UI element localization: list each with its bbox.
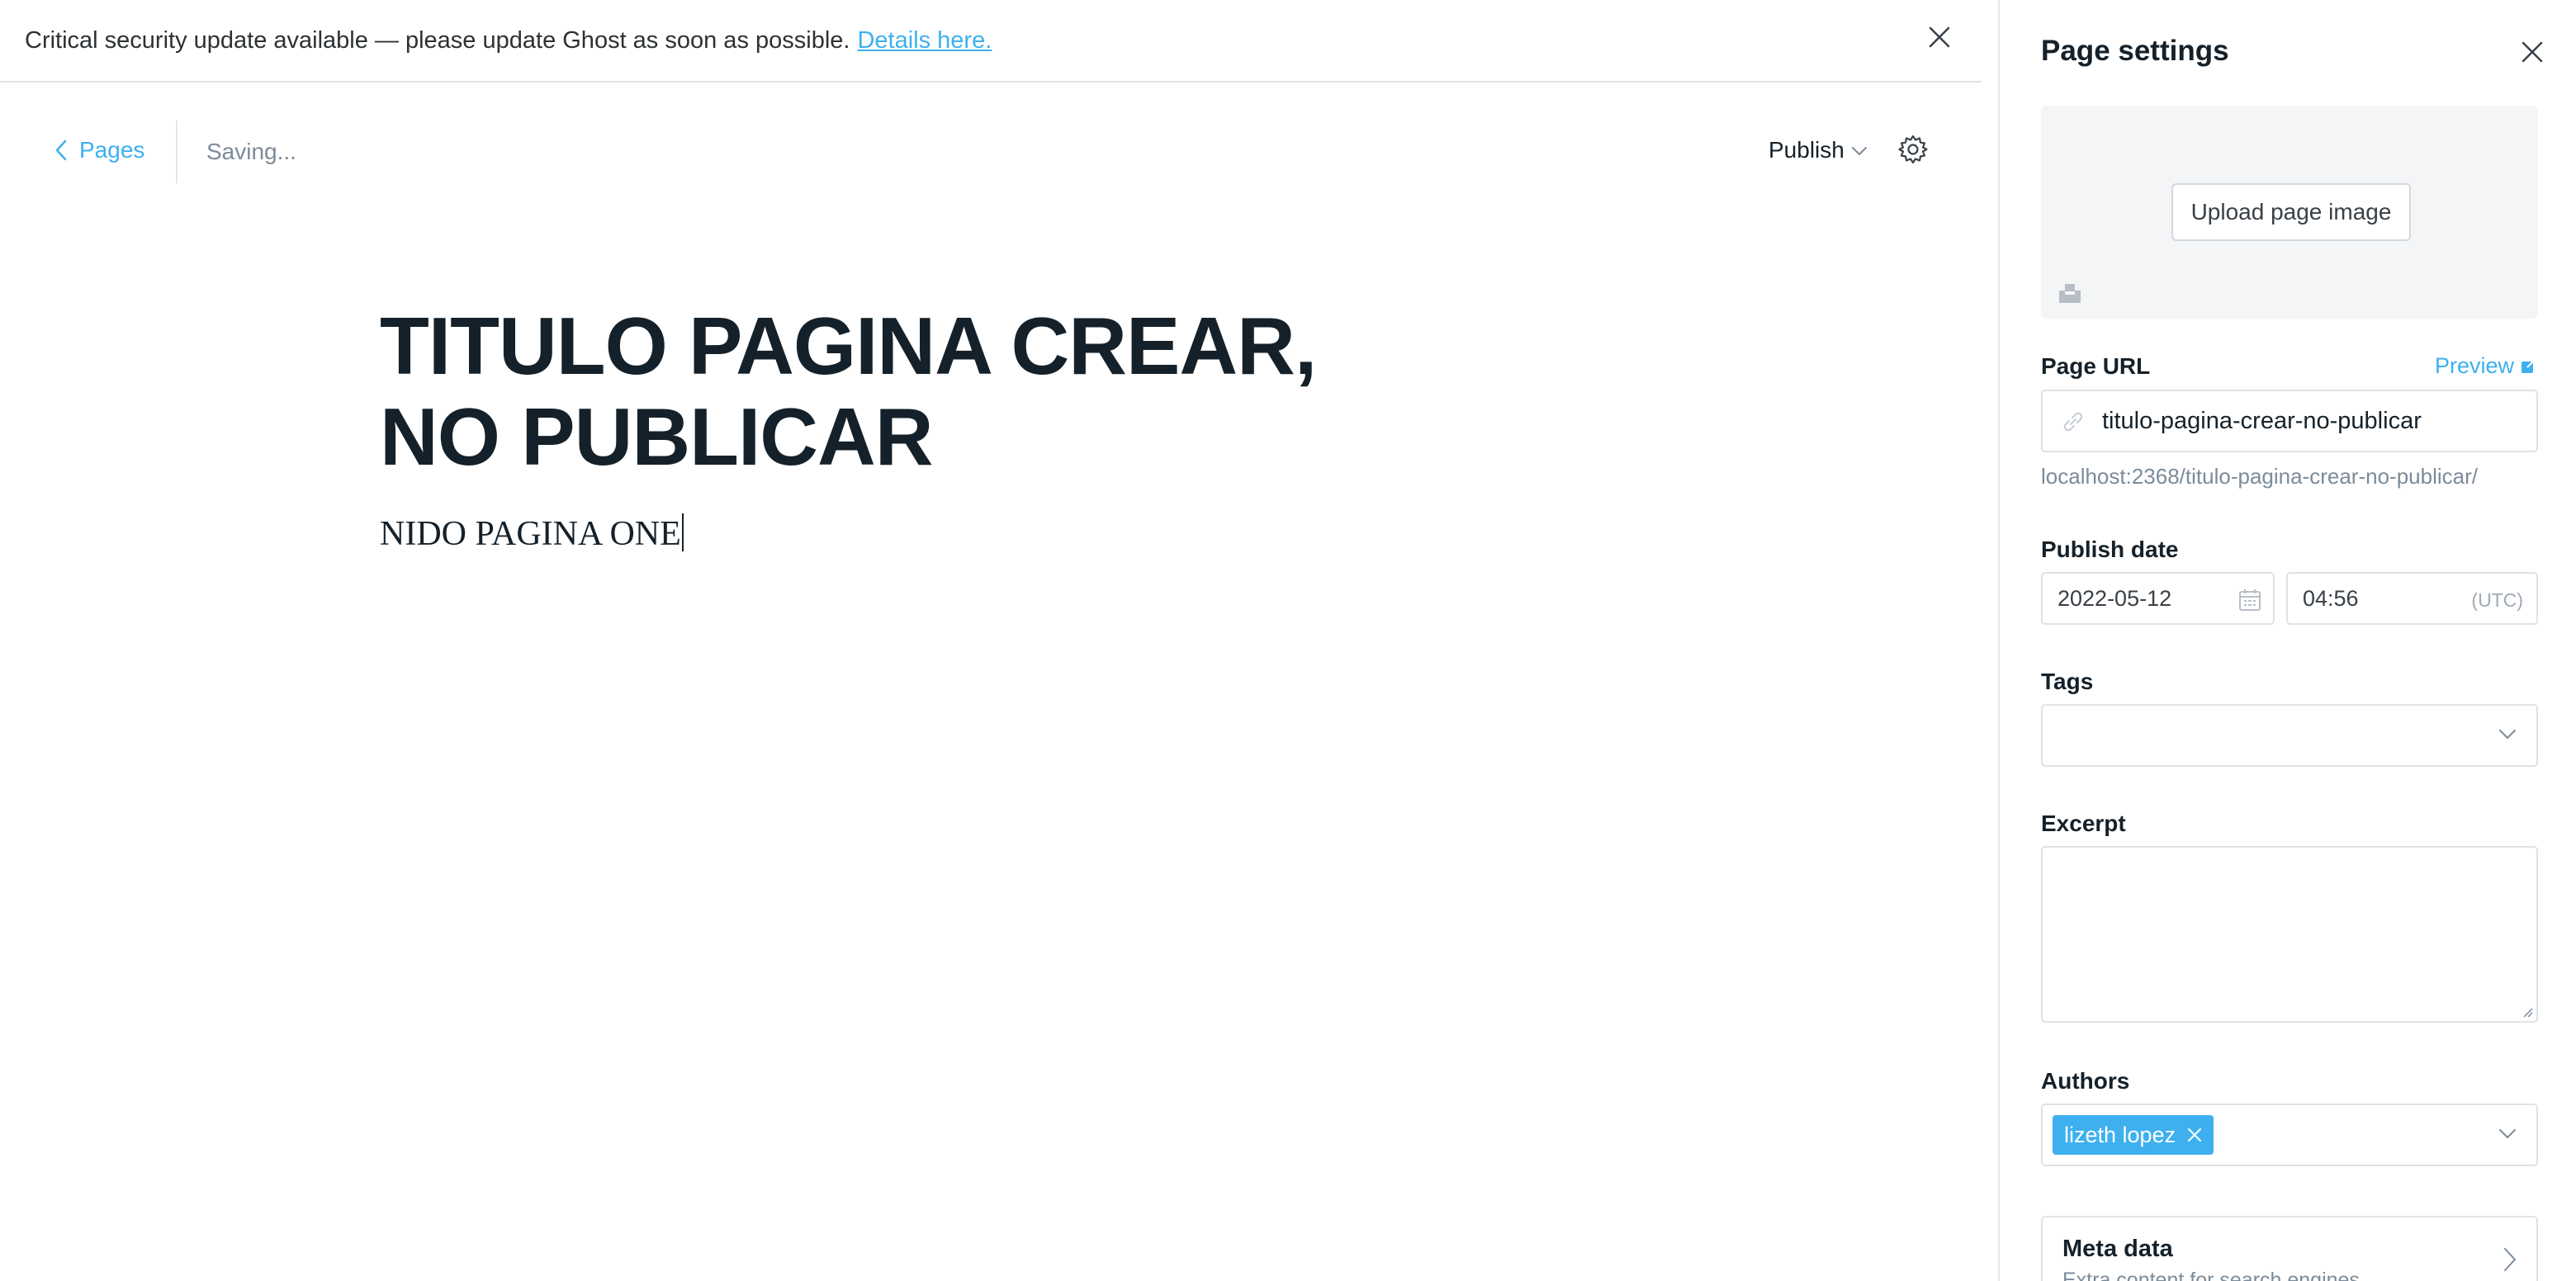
external-link-icon <box>2522 359 2536 373</box>
page-url-hint: localhost:2368/titulo-pagina-crear-no-pu… <box>2041 464 2478 489</box>
page-url-label: Page URL <box>2041 353 2151 379</box>
upload-page-image-button[interactable]: Upload page image <box>2171 183 2411 241</box>
page-title-input[interactable]: TITULO PAGINA CREAR, NO PUBLICAR <box>380 300 1453 482</box>
preview-link[interactable]: Preview <box>2435 353 2536 379</box>
back-to-pages-link[interactable]: Pages <box>54 137 144 163</box>
back-label: Pages <box>79 137 145 163</box>
page-image-dropzone[interactable]: Upload page image <box>2041 106 2538 319</box>
publish-date-input[interactable]: 2022-05-12 <box>2041 572 2275 625</box>
authors-select[interactable]: lizeth lopez <box>2041 1104 2538 1166</box>
link-icon <box>2063 412 2083 432</box>
alert-details-link[interactable]: Details here. <box>857 27 992 54</box>
meta-data-title: Meta data <box>2062 1236 2173 1262</box>
author-chip[interactable]: lizeth lopez <box>2053 1115 2214 1155</box>
body-text: NIDO PAGINA ONE <box>380 515 681 553</box>
preview-label: Preview <box>2435 353 2515 378</box>
chevron-down-icon <box>2499 1129 2516 1138</box>
tags-select[interactable] <box>2041 704 2538 767</box>
excerpt-label: Excerpt <box>2041 811 2126 836</box>
author-name: lizeth lopez <box>2064 1122 2176 1147</box>
chevron-down-icon <box>2499 730 2516 739</box>
panel-title: Page settings <box>2041 35 2229 67</box>
chevron-right-icon <box>2504 1248 2516 1271</box>
gear-icon[interactable] <box>1897 134 1929 165</box>
resize-handle-icon[interactable] <box>2520 1004 2533 1018</box>
publish-date-label: Publish date <box>2041 537 2179 562</box>
page-url-value: titulo-pagina-crear-no-publicar <box>2102 407 2422 434</box>
publish-label: Publish <box>1769 137 1844 163</box>
page-settings-panel: Page settings Upload page image Page URL… <box>1998 0 2576 1281</box>
publish-time-input[interactable]: 04:56 (UTC) <box>2286 572 2538 625</box>
meta-data-card[interactable]: Meta data Extra content for search engin… <box>2041 1216 2538 1281</box>
editor-header: Pages Saving... Publish <box>0 121 1982 187</box>
meta-data-subtitle: Extra content for search engines <box>2062 1269 2360 1281</box>
calendar-icon[interactable] <box>2238 589 2261 612</box>
unsplash-icon[interactable] <box>2057 282 2082 304</box>
close-icon[interactable] <box>1925 23 1953 51</box>
tags-label: Tags <box>2041 669 2094 694</box>
editor-area: Critical security update available — ple… <box>0 0 1982 1281</box>
authors-label: Authors <box>2041 1068 2130 1094</box>
close-icon[interactable] <box>2187 1127 2202 1142</box>
security-alert-banner: Critical security update available — ple… <box>0 0 1982 83</box>
page-body-editor[interactable]: NIDO PAGINA ONE <box>380 513 684 554</box>
publish-menu-button[interactable]: Publish <box>1769 137 1868 163</box>
chevron-down-icon <box>1851 147 1867 155</box>
close-icon[interactable] <box>2520 40 2545 64</box>
page-url-input[interactable]: titulo-pagina-crear-no-publicar <box>2041 390 2538 452</box>
timezone-label: (UTC) <box>2471 589 2523 611</box>
header-divider <box>176 121 178 183</box>
publish-time-value: 04:56 <box>2303 585 2359 611</box>
save-status: Saving... <box>206 139 296 164</box>
chevron-left-icon <box>55 139 67 161</box>
publish-date-value: 2022-05-12 <box>2057 585 2172 611</box>
alert-message: Critical security update available — ple… <box>25 26 850 54</box>
text-cursor <box>681 513 684 551</box>
excerpt-textarea[interactable] <box>2041 846 2538 1023</box>
